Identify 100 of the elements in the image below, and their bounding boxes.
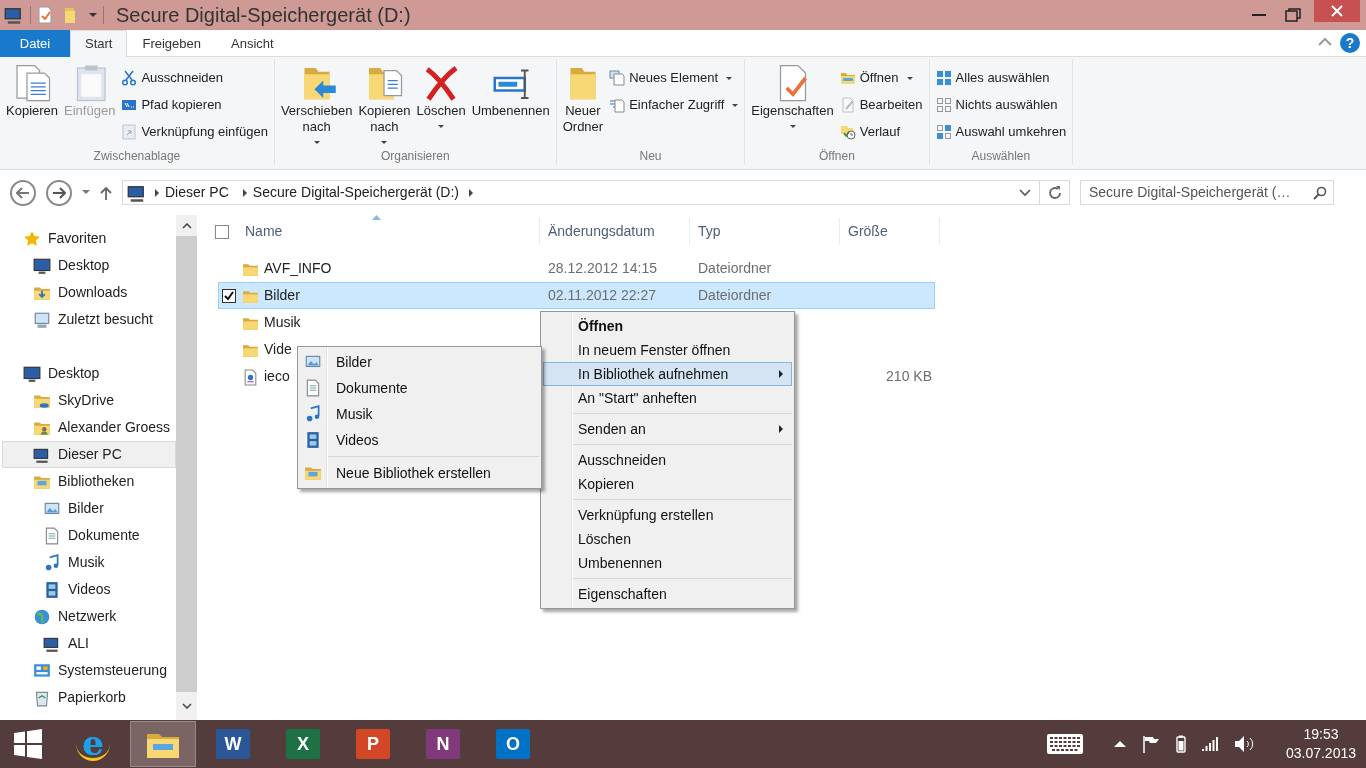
ribbon-button[interactable]: Verlauf (837, 119, 925, 145)
ribbon-button[interactable]: Kopieren (4, 63, 61, 147)
ribbon-button[interactable]: Kopieren nach (356, 63, 413, 147)
ribbon-button[interactable]: Auswahl umkehren (933, 119, 1069, 145)
navigation-item[interactable]: Zuletzt besucht (2, 306, 176, 333)
menu-item[interactable]: Videos (300, 427, 539, 453)
taskbar-button[interactable]: X (270, 721, 336, 767)
taskbar-button[interactable]: O (480, 721, 546, 767)
search-field[interactable]: Secure Digital-Speichergerät (… (1080, 180, 1334, 205)
clock-date[interactable]: 03.07.2013 (1285, 744, 1356, 763)
close-button[interactable] (1314, 0, 1360, 22)
navigation-item[interactable]: Downloads (2, 279, 176, 306)
ribbon-button[interactable]: Alles auswählen (933, 65, 1069, 91)
music-note-icon (43, 553, 61, 572)
scrollbar[interactable] (176, 215, 197, 720)
select-all-checkbox[interactable] (215, 224, 229, 239)
forward-button[interactable] (46, 179, 72, 206)
navigation-item[interactable]: Systemsteuerung (2, 657, 176, 684)
breadcrumb-arrow-icon[interactable] (155, 188, 159, 197)
group-label: Zwischenablage (92, 148, 182, 165)
group-label: Neu (638, 148, 663, 165)
file-row[interactable]: Bilder 02.11.2012 22:27 Dateiordner (218, 282, 935, 309)
group-label: Auswählen (970, 148, 1032, 165)
flag-icon[interactable] (1141, 735, 1160, 753)
column-header[interactable]: Typ (690, 218, 840, 245)
menu-item[interactable]: Ausschneiden (543, 448, 792, 472)
navigation-item[interactable]: Dokumente (2, 522, 176, 549)
navigation-item[interactable]: Dieser PC (2, 441, 176, 468)
ribbon-tab[interactable]: Datei (0, 30, 70, 57)
menu-item[interactable]: Öffnen (543, 314, 792, 338)
menu-item[interactable]: In Bibliothek aufnehmen (543, 362, 792, 386)
taskbar-button[interactable]: N (410, 721, 476, 767)
menu-item[interactable]: Kopieren (543, 472, 792, 496)
navigation-item[interactable]: Alexander Groess (2, 414, 176, 441)
dropdown-caret-icon[interactable] (89, 12, 97, 18)
menu-item[interactable]: Neue Bibliothek erstellen (300, 460, 539, 486)
menu-item[interactable]: Eigenschaften (543, 582, 792, 606)
ribbon-button[interactable]: Neues Element (607, 65, 741, 91)
ribbon-tab[interactable]: Ansicht (216, 30, 289, 57)
menu-item[interactable]: Senden an (543, 417, 792, 441)
battery-icon[interactable] (1175, 735, 1186, 753)
menu-item[interactable]: Verknüpfung erstellen (543, 503, 792, 527)
ribbon-button[interactable]: Neuer Ordner (560, 63, 606, 147)
navigation-item[interactable]: Musik (2, 549, 176, 576)
breadcrumb-arrow-icon[interactable] (242, 188, 247, 197)
navigation-item[interactable]: ALI (2, 630, 176, 657)
speaker-icon[interactable] (1233, 735, 1254, 753)
menu-item[interactable]: Bilder (300, 349, 539, 375)
ribbon-button[interactable]: Ausschneiden (119, 65, 270, 91)
row-checkbox[interactable] (222, 288, 236, 303)
ribbon-tab[interactable]: Start (70, 30, 128, 57)
menu-item[interactable]: An "Start" anheften (543, 386, 792, 410)
address-field[interactable]: Dieser PC Secure Digital-Speichergerät (D:) (122, 180, 1040, 205)
navigation-item[interactable]: Papierkorb (2, 684, 176, 711)
clock-time[interactable]: 19:53 (1285, 725, 1356, 744)
navigation-item[interactable]: Bilder (2, 495, 176, 522)
back-button[interactable] (10, 179, 36, 206)
navigation-item[interactable]: Desktop (2, 252, 176, 279)
signal-icon[interactable] (1201, 736, 1218, 752)
menu-item[interactable]: Löschen (543, 527, 792, 551)
taskbar-button[interactable]: W (200, 721, 266, 767)
ribbon-tab[interactable]: Freigeben (127, 30, 216, 57)
history-dropdown-icon[interactable] (1019, 188, 1031, 197)
menu-item[interactable]: Musik (300, 401, 539, 427)
recent-locations-caret-icon[interactable] (82, 190, 90, 195)
keyboard-icon[interactable] (1045, 733, 1084, 755)
column-header[interactable]: Größe (840, 218, 940, 245)
show-hidden-icons-icon[interactable] (1113, 741, 1126, 747)
ribbon-button[interactable]: Eigenschaften (749, 63, 836, 147)
menu-item[interactable]: Dokumente (300, 375, 539, 401)
properties-icon[interactable] (37, 6, 53, 24)
taskbar-button[interactable] (130, 721, 196, 767)
ribbon-button[interactable]: Nichts auswählen (933, 92, 1069, 118)
navigation-item[interactable]: Desktop (2, 360, 176, 387)
navigation-item[interactable]: Videos (2, 576, 176, 603)
ribbon-button[interactable]: Löschen (414, 63, 468, 147)
ribbon-button[interactable]: Verschieben nach (278, 63, 355, 147)
collapse-ribbon-icon[interactable] (1318, 37, 1332, 46)
navigation-item[interactable]: Favoriten (2, 225, 176, 252)
help-button[interactable]: ? (1340, 33, 1360, 53)
ribbon-button[interactable]: Umbenennen (469, 63, 552, 147)
maximize-icon (1285, 8, 1301, 22)
menu-item[interactable]: Umbenennen (543, 551, 792, 575)
refresh-button[interactable] (1040, 180, 1070, 205)
breadcrumb[interactable]: Dieser PC (159, 182, 235, 203)
group-label: Öffnen (818, 148, 856, 165)
breadcrumb-arrow-icon[interactable] (469, 188, 473, 197)
ribbon-button[interactable]: Öffnen (837, 65, 925, 91)
column-header[interactable]: Änderungsdatum (540, 218, 690, 245)
back-arrow-icon (16, 186, 30, 199)
navigation-item[interactable]: SkyDrive (2, 387, 176, 414)
breadcrumb[interactable]: Secure Digital-Speichergerät (D:) (246, 182, 465, 203)
taskbar-button[interactable]: P (340, 721, 406, 767)
navigation-item[interactable]: Bibliotheken (2, 468, 176, 495)
ribbon-button[interactable]: Pfad kopieren (119, 92, 270, 118)
column-header[interactable]: Name (237, 218, 540, 245)
ribbon-button[interactable]: Einfacher Zugriff (607, 92, 741, 118)
menu-item[interactable]: In neuem Fenster öffnen (543, 338, 792, 362)
up-arrow-icon[interactable] (100, 185, 112, 200)
navigation-item[interactable]: Netzwerk (2, 603, 176, 630)
